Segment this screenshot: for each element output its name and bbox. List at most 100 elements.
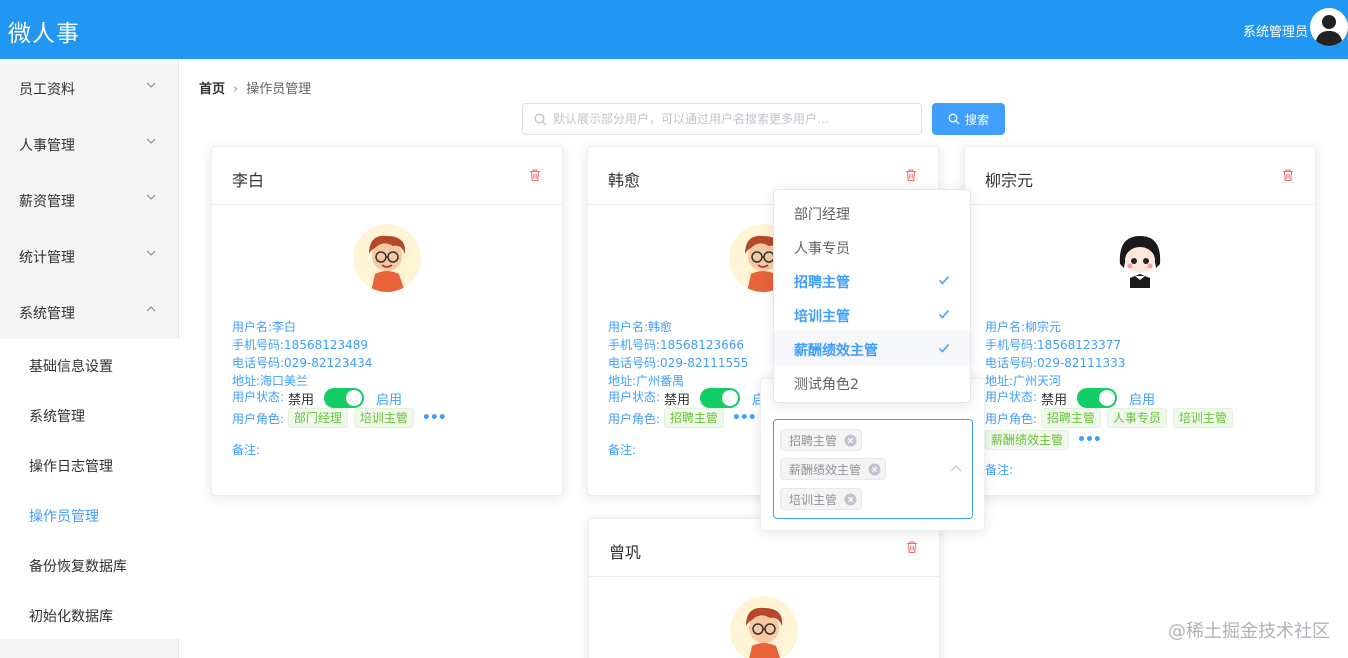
- sidebar-item-salary[interactable]: 薪资管理: [0, 171, 179, 227]
- role-option-training-manager[interactable]: 培训主管: [774, 297, 970, 331]
- sidebar-item-label: 薪资管理: [19, 194, 75, 210]
- sidebar-item-label: 统计管理: [19, 250, 75, 266]
- card-header: 柳宗元: [965, 147, 1315, 205]
- operator-name: 柳宗元: [985, 171, 1034, 190]
- operator-phone: 电话号码:029-82111555: [608, 356, 749, 370]
- selected-role-label: 培训主管: [789, 493, 838, 507]
- more-roles-icon[interactable]: •••: [422, 410, 447, 426]
- operator-mobile: 手机号码:18568123666: [608, 338, 745, 352]
- breadcrumb-home[interactable]: 首页: [199, 82, 225, 97]
- operator-name: 曾巩: [609, 543, 642, 562]
- submenu-item-operation-log[interactable]: 操作日志管理: [0, 439, 179, 489]
- sidebar-menu: 员工资料 人事管理 薪资管理 统计管理 系统管理 基础信息设置 系统管理 操作日…: [0, 59, 179, 658]
- sidebar-item-label: 人事管理: [19, 138, 75, 154]
- search-field[interactable]: [522, 103, 922, 135]
- breadcrumb-current: 操作员管理: [246, 82, 312, 97]
- roles-label: 用户角色:: [232, 411, 285, 426]
- status-toggle[interactable]: [1077, 388, 1117, 408]
- roles-label: 用户角色:: [608, 411, 661, 426]
- status-on-label: 启用: [376, 393, 403, 408]
- more-roles-icon[interactable]: •••: [1077, 432, 1102, 448]
- search-button[interactable]: 搜索: [932, 103, 1005, 135]
- role-option-label: 测试角色2: [794, 377, 859, 393]
- role-option-hr-staff[interactable]: 人事专员: [774, 229, 970, 263]
- operator-remark: 备注:: [232, 443, 261, 457]
- role-option-label: 培训主管: [794, 309, 850, 325]
- close-circle-icon[interactable]: [868, 463, 881, 476]
- chevron-down-icon: [146, 138, 156, 144]
- operator-card: 李白 用户名:李白 手机号码:18568123489 电话号码:029-8212…: [211, 146, 563, 496]
- role-option-label: 部门经理: [794, 207, 850, 223]
- current-user-name[interactable]: 系统管理员: [1243, 21, 1308, 40]
- submenu-item-label: 基础信息设置: [29, 359, 113, 375]
- operator-roles: 用户角色: 部门经理 培训主管 •••: [232, 408, 447, 428]
- sidebar-item-system[interactable]: 系统管理: [0, 283, 179, 339]
- system-submenu: 基础信息设置 系统管理 操作日志管理 操作员管理 备份恢复数据库 初始化数据库: [0, 339, 179, 639]
- role-option-test-role-2[interactable]: 测试角色2: [774, 365, 970, 399]
- role-option-salary-manager[interactable]: 薪酬绩效主管: [774, 331, 970, 365]
- status-label: 用户状态:: [985, 390, 1038, 404]
- toggle-knob: [722, 390, 738, 406]
- operator-roles-cont: 薪酬绩效主管 •••: [985, 430, 1102, 450]
- sidebar-item-statistics[interactable]: 统计管理: [0, 227, 179, 283]
- operator-remark: 备注:: [985, 463, 1014, 477]
- check-icon: [938, 344, 950, 353]
- role-tag: 人事专员: [1106, 408, 1167, 428]
- role-tag: 薪酬绩效主管: [985, 430, 1070, 450]
- submenu-item-basic-info[interactable]: 基础信息设置: [0, 339, 179, 389]
- chevron-down-icon: [146, 194, 156, 200]
- status-off-label: 禁用: [664, 393, 691, 408]
- operator-address: 地址:海口美兰: [232, 374, 309, 388]
- top-header: 微人事 系统管理员: [0, 0, 1348, 59]
- operator-card: 曾巩: [588, 518, 940, 658]
- sidebar-item-personnel[interactable]: 人事管理: [0, 115, 179, 171]
- status-toggle[interactable]: [324, 388, 364, 408]
- operator-mobile: 手机号码:18568123489: [232, 338, 369, 352]
- status-toggle[interactable]: [700, 388, 740, 408]
- check-icon: [938, 310, 950, 319]
- role-option-label: 人事专员: [794, 241, 850, 257]
- user-avatar[interactable]: [1310, 8, 1348, 46]
- role-multi-select[interactable]: 招聘主管 薪酬绩效主管 培训主管: [773, 419, 973, 519]
- role-dropdown-list: 部门经理 人事专员 招聘主管 培训主管 薪酬绩效主管 测试角色2: [773, 189, 971, 403]
- operator-mobile: 手机号码:18568123377: [985, 338, 1122, 352]
- trash-icon[interactable]: [905, 540, 919, 554]
- chevron-down-icon: [146, 82, 156, 88]
- submenu-item-system-admin[interactable]: 系统管理: [0, 389, 179, 439]
- operator-address: 地址:广州番禺: [608, 374, 685, 388]
- trash-icon[interactable]: [904, 168, 918, 182]
- toggle-knob: [346, 390, 362, 406]
- status-off-label: 禁用: [1041, 393, 1068, 408]
- search-input[interactable]: [553, 108, 913, 130]
- chevron-up-icon[interactable]: [950, 464, 962, 472]
- selected-role-tag: 培训主管: [780, 488, 863, 510]
- operator-status: 用户状态: 禁用 启: [608, 388, 765, 408]
- operator-roles: 用户角色: 招聘主管 •••: [608, 408, 757, 428]
- trash-icon[interactable]: [528, 168, 542, 182]
- trash-icon[interactable]: [1281, 168, 1295, 182]
- close-circle-icon[interactable]: [844, 434, 857, 447]
- role-option-recruit-manager[interactable]: 招聘主管: [774, 263, 970, 297]
- more-roles-icon[interactable]: •••: [732, 410, 757, 426]
- sidebar-item-label: 员工资料: [19, 82, 75, 98]
- submenu-item-label: 操作员管理: [29, 509, 99, 525]
- submenu-item-init-db[interactable]: 初始化数据库: [0, 589, 179, 639]
- role-tag: 培训主管: [353, 408, 414, 428]
- cartoon-avatar-icon: [730, 596, 798, 658]
- cartoon-avatar-icon: [353, 224, 421, 292]
- close-circle-icon[interactable]: [844, 493, 857, 506]
- toggle-knob: [1099, 390, 1115, 406]
- operator-status: 用户状态: 禁用 启用: [985, 388, 1155, 408]
- status-on-label: 启用: [1129, 393, 1156, 408]
- submenu-item-backup-restore[interactable]: 备份恢复数据库: [0, 539, 179, 589]
- submenu-item-operator-admin[interactable]: 操作员管理: [0, 489, 179, 539]
- role-option-dept-manager[interactable]: 部门经理: [774, 195, 970, 229]
- brand-title: 微人事: [8, 21, 80, 47]
- sidebar-item-employee[interactable]: 员工资料: [0, 59, 179, 115]
- sidebar-item-label: 系统管理: [19, 306, 75, 322]
- submenu-item-label: 初始化数据库: [29, 609, 113, 625]
- status-label: 用户状态:: [232, 390, 285, 404]
- chevron-down-icon: [146, 250, 156, 256]
- search-button-label: 搜索: [965, 113, 990, 127]
- status-off-label: 禁用: [288, 393, 315, 408]
